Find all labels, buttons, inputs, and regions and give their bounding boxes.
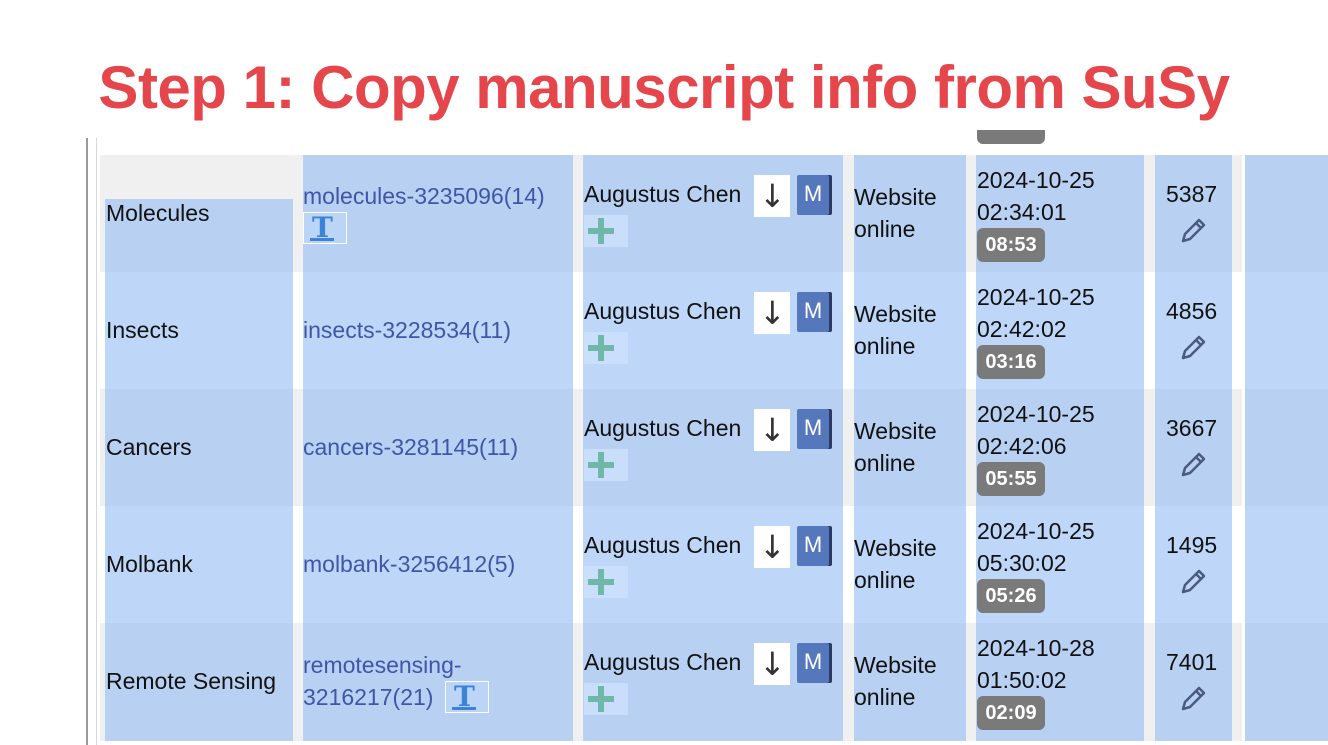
elapsed-time-badge: 08:53 — [977, 228, 1045, 262]
status-line-2: online — [854, 333, 916, 359]
status-line-2: online — [854, 567, 916, 593]
submission-time: 02:42:06 — [977, 433, 1067, 459]
arrow-down-glyph: ↓ — [759, 177, 786, 215]
selected-cell — [1244, 506, 1328, 624]
download-arrow-icon[interactable]: ↓ — [754, 526, 790, 568]
m-button-label: M — [803, 298, 823, 323]
download-arrow-icon[interactable]: ↓ — [754, 643, 790, 685]
editor-name: Augustus Chen — [584, 415, 742, 441]
table-border-left — [86, 138, 88, 745]
arrow-down-glyph: ↓ — [759, 528, 786, 566]
elapsed-time-badge: 05:55 — [977, 462, 1045, 496]
edit-pencil-icon[interactable] — [1175, 564, 1211, 600]
editor-name: Augustus Chen — [584, 298, 742, 324]
manuscript-link[interactable]: remotesensing- — [303, 649, 462, 681]
t-underline — [452, 707, 476, 710]
m-button[interactable]: M — [797, 526, 829, 566]
word-count: 5387 — [1166, 181, 1218, 207]
submission-date: 2024-10-28 — [977, 635, 1095, 661]
page-title: Step 1: Copy manuscript info from SuSy — [98, 54, 1230, 121]
elapsed-time-badge: 05:26 — [977, 579, 1045, 613]
submission-date: 2024-10-25 — [977, 284, 1095, 310]
submission-date: 2024-10-25 — [977, 518, 1095, 544]
submission-date: 2024-10-25 — [977, 167, 1095, 193]
editor-name: Augustus Chen — [584, 181, 742, 207]
edit-pencil-icon[interactable] — [1175, 447, 1211, 483]
column-divider — [1242, 623, 1245, 741]
m-button-label: M — [803, 532, 823, 557]
m-button[interactable]: M — [797, 175, 829, 215]
table-border-inner — [96, 138, 97, 745]
journal-name: Insects — [106, 317, 179, 343]
status-line-2: online — [854, 684, 916, 710]
word-count: 1495 — [1166, 532, 1218, 558]
selected-cell — [1244, 155, 1328, 273]
submission-time: 01:50:02 — [977, 667, 1067, 693]
journal-name: Remote Sensing — [106, 668, 277, 694]
status-line-1: Website — [854, 418, 937, 444]
editor-name: Augustus Chen — [584, 532, 742, 558]
journal-name: Cancers — [106, 434, 192, 460]
selected-cell — [1244, 272, 1328, 390]
editor-name: Augustus Chen — [584, 649, 742, 675]
manuscript-link[interactable]: insects-3228534(11) — [303, 314, 511, 346]
status-line-1: Website — [854, 652, 937, 678]
arrow-down-glyph: ↓ — [759, 294, 786, 332]
selected-cell — [1244, 623, 1328, 741]
m-button-label: M — [803, 181, 823, 206]
m-button[interactable]: M — [797, 409, 829, 449]
status-line-1: Website — [854, 301, 937, 327]
template-t-icon[interactable]: T — [445, 680, 489, 713]
add-plus-icon[interactable] — [584, 449, 628, 481]
elapsed-time-badge: 02:09 — [977, 696, 1045, 730]
download-arrow-icon[interactable]: ↓ — [754, 292, 790, 334]
m-button[interactable]: M — [797, 292, 829, 332]
submission-time: 02:34:01 — [977, 199, 1067, 225]
column-divider — [1242, 155, 1245, 273]
word-count: 3667 — [1166, 415, 1218, 441]
m-button-label: M — [803, 649, 823, 674]
manuscript-link[interactable]: molecules-3235096(14) — [303, 180, 545, 212]
manuscript-link[interactable]: molbank-3256412(5) — [303, 548, 515, 580]
edit-pencil-icon[interactable] — [1175, 213, 1211, 249]
edit-pencil-icon[interactable] — [1175, 681, 1211, 717]
column-divider — [1242, 389, 1245, 507]
status-line-2: online — [854, 450, 916, 476]
column-divider — [1242, 506, 1245, 624]
download-arrow-icon[interactable]: ↓ — [754, 175, 790, 217]
add-plus-icon[interactable] — [584, 566, 628, 598]
submission-time: 05:30:02 — [977, 550, 1067, 576]
word-count: 4856 — [1166, 298, 1218, 324]
journal-name: Molecules — [106, 200, 210, 226]
manuscript-link-continued[interactable]: 3216217(21) — [303, 681, 433, 713]
submission-time: 02:42:02 — [977, 316, 1067, 342]
status-line-1: Website — [854, 535, 937, 561]
template-t-icon[interactable]: T — [303, 211, 347, 244]
column-divider — [1242, 272, 1245, 390]
status-line-1: Website — [854, 184, 937, 210]
journal-name: Molbank — [106, 551, 193, 577]
arrow-down-glyph: ↓ — [759, 645, 786, 683]
m-button-label: M — [803, 415, 823, 440]
submission-date: 2024-10-25 — [977, 401, 1095, 427]
edit-pencil-icon[interactable] — [1175, 330, 1211, 366]
download-arrow-icon[interactable]: ↓ — [754, 409, 790, 451]
status-line-2: online — [854, 216, 916, 242]
selected-cell — [1244, 389, 1328, 507]
elapsed-time-badge: 03:16 — [977, 345, 1045, 379]
manuscript-link[interactable]: cancers-3281145(11) — [303, 431, 518, 463]
word-count: 7401 — [1166, 649, 1218, 675]
previous-row-badge-fragment — [977, 130, 1045, 144]
add-plus-icon[interactable] — [584, 332, 628, 364]
arrow-down-glyph: ↓ — [759, 411, 786, 449]
t-underline — [310, 238, 334, 241]
add-plus-icon[interactable] — [584, 683, 628, 715]
add-plus-icon[interactable] — [584, 215, 628, 247]
m-button[interactable]: M — [797, 643, 829, 683]
